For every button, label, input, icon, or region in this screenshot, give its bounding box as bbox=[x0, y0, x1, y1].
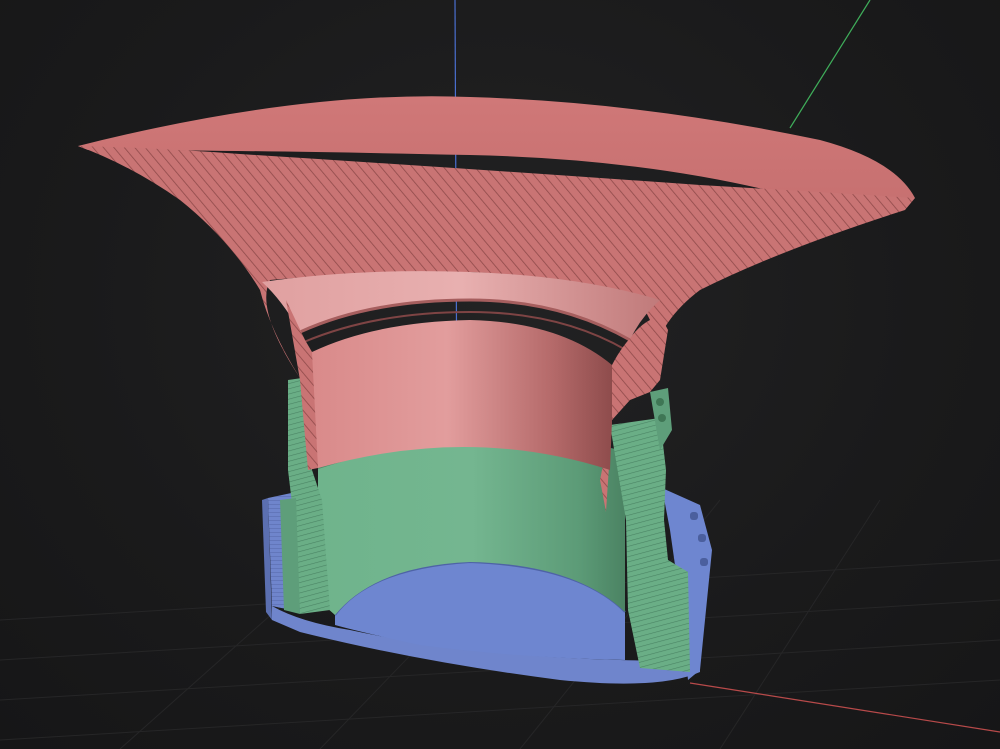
model-section-view[interactable] bbox=[0, 0, 1000, 749]
y-axis-line bbox=[789, 0, 871, 129]
3d-viewport[interactable] bbox=[0, 0, 1000, 749]
x-axis-line bbox=[689, 682, 1000, 733]
